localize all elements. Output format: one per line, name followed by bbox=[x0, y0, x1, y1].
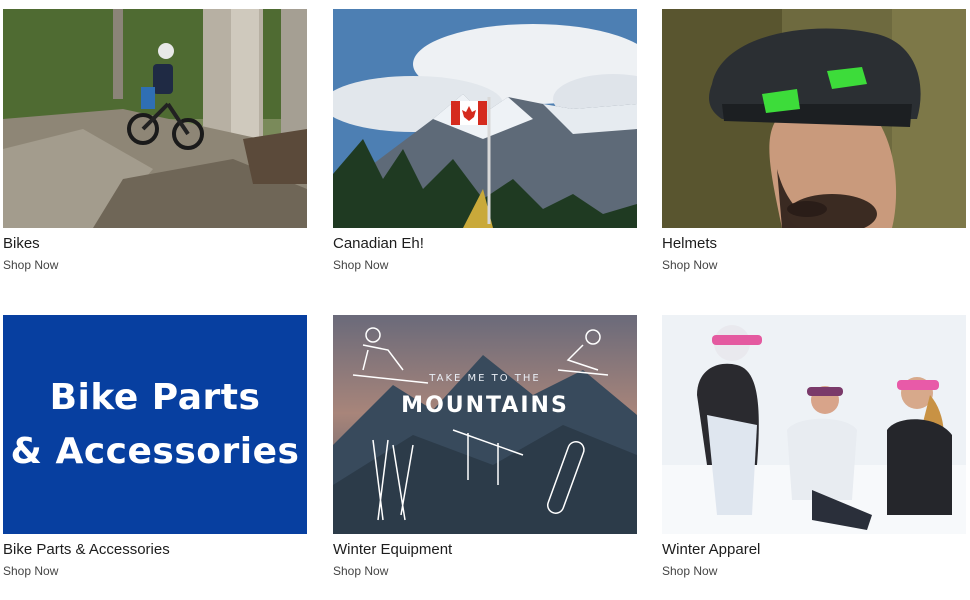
banner-text: Bike Parts & Accessories bbox=[3, 315, 307, 534]
category-title[interactable]: Winter Apparel bbox=[662, 541, 966, 559]
category-title[interactable]: Bike Parts & Accessories bbox=[3, 541, 307, 559]
category-title[interactable]: Canadian Eh! bbox=[333, 235, 637, 253]
category-card-winter-equipment[interactable]: TAKE ME TO THE MOUNTAINS Winter Equipmen… bbox=[333, 315, 637, 578]
bike-parts-banner[interactable]: Bike Parts & Accessories bbox=[3, 315, 307, 534]
canadian-image[interactable] bbox=[333, 9, 637, 228]
shop-now-link[interactable]: Shop Now bbox=[333, 564, 637, 578]
category-card-helmets[interactable]: Helmets Shop Now bbox=[662, 9, 966, 272]
shop-now-link[interactable]: Shop Now bbox=[3, 258, 307, 272]
image-headline: MOUNTAINS bbox=[401, 393, 569, 418]
banner-line-2: & Accessories bbox=[10, 430, 300, 472]
category-grid: Bikes Shop Now Canadian Eh! Shop Now Hel… bbox=[0, 0, 970, 600]
category-title[interactable]: Bikes bbox=[3, 235, 307, 253]
shop-now-link[interactable]: Shop Now bbox=[333, 258, 637, 272]
category-card-bikes[interactable]: Bikes Shop Now bbox=[3, 9, 307, 272]
winter-apparel-image[interactable] bbox=[662, 315, 966, 534]
shop-now-link[interactable]: Shop Now bbox=[662, 258, 966, 272]
shop-now-link[interactable]: Shop Now bbox=[3, 564, 307, 578]
banner-line-1: Bike Parts bbox=[49, 376, 261, 418]
category-card-canadian[interactable]: Canadian Eh! Shop Now bbox=[333, 9, 637, 272]
category-card-winter-apparel[interactable]: Winter Apparel Shop Now bbox=[662, 315, 966, 578]
helmets-image[interactable] bbox=[662, 9, 966, 228]
bikes-image[interactable] bbox=[3, 9, 307, 228]
shop-now-link[interactable]: Shop Now bbox=[662, 564, 966, 578]
category-title[interactable]: Winter Equipment bbox=[333, 541, 637, 559]
category-card-bike-parts[interactable]: Bike Parts & Accessories Bike Parts & Ac… bbox=[3, 315, 307, 578]
category-title[interactable]: Helmets bbox=[662, 235, 966, 253]
winter-equipment-image[interactable]: TAKE ME TO THE MOUNTAINS bbox=[333, 315, 637, 534]
image-tagline: TAKE ME TO THE bbox=[429, 373, 541, 384]
